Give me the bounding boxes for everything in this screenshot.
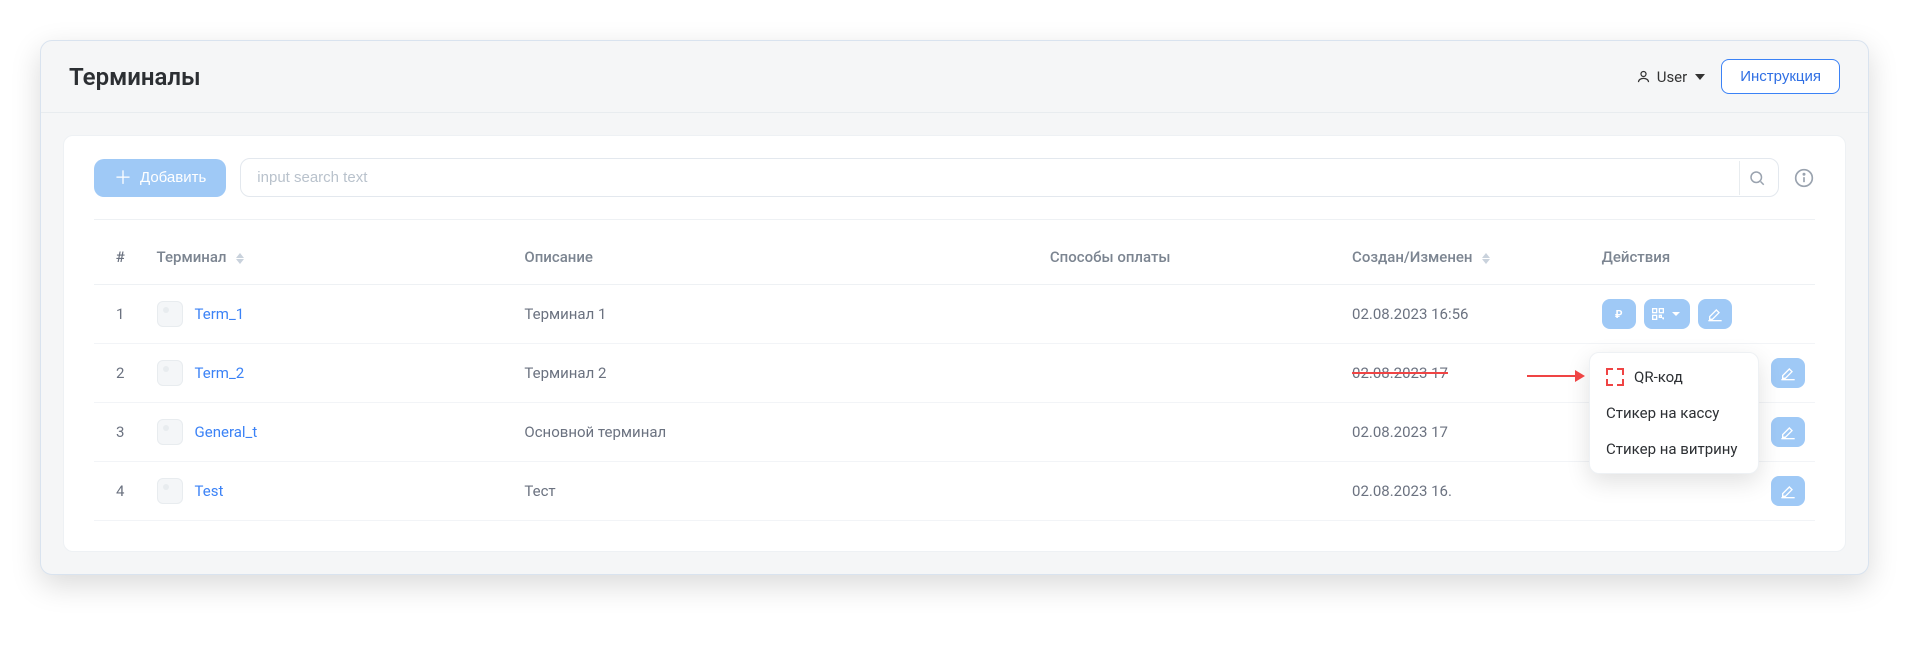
terminal-thumb-icon — [157, 301, 183, 327]
table-row: 1 Term_1 Терминал 1 02.08.2023 16:56 ₽ — [94, 285, 1815, 344]
terminal-link[interactable]: General_t — [195, 423, 258, 441]
row-date: 02.08.2023 16:56 — [1342, 285, 1592, 344]
row-payment — [1040, 403, 1342, 462]
column-date[interactable]: Создан/Изменен — [1342, 230, 1592, 285]
terminal-link[interactable]: Test — [195, 482, 224, 500]
terminal-thumb-icon — [157, 478, 183, 504]
terminal-link[interactable]: Term_2 — [195, 364, 245, 382]
edit-action-button[interactable] — [1771, 358, 1805, 388]
payment-action-button[interactable]: ₽ — [1602, 299, 1636, 329]
dropdown-item[interactable]: Стикер на витрину — [1590, 431, 1758, 467]
row-number: 2 — [94, 344, 147, 403]
sort-icon — [236, 253, 244, 264]
column-payment: Способы оплаты — [1040, 230, 1342, 285]
qr-action-button[interactable] — [1644, 299, 1690, 329]
row-number: 3 — [94, 403, 147, 462]
edit-action-button[interactable] — [1771, 417, 1805, 447]
page-title: Терминалы — [69, 63, 201, 91]
edit-action-button[interactable] — [1698, 299, 1732, 329]
row-date: 02.08.2023 16. — [1342, 462, 1592, 521]
search-icon — [1748, 169, 1766, 187]
row-description: Терминал 2 — [514, 344, 1039, 403]
column-actions: Действия — [1592, 230, 1815, 285]
annotation-arrow — [1525, 366, 1585, 390]
terminal-thumb-icon — [157, 419, 183, 445]
instructions-button[interactable]: Инструкция — [1721, 59, 1840, 94]
toolbar: ＋ Добавить — [94, 158, 1815, 220]
svg-text:₽: ₽ — [1615, 308, 1623, 321]
actions-cell — [1602, 476, 1805, 506]
qr-dropdown-menu: QR-кодСтикер на кассуСтикер на витрину — [1589, 352, 1759, 474]
table-row: 4 Test Тест 02.08.2023 16. — [94, 462, 1815, 521]
row-date: 02.08.2023 17 — [1342, 403, 1592, 462]
plus-icon: ＋ — [114, 169, 132, 187]
user-menu[interactable]: User — [1636, 68, 1706, 86]
search-input[interactable] — [240, 158, 1779, 197]
row-number: 4 — [94, 462, 147, 521]
row-payment — [1040, 462, 1342, 521]
row-number: 1 — [94, 285, 147, 344]
header-right: User Инструкция — [1636, 59, 1840, 94]
terminal-link[interactable]: Term_1 — [195, 305, 245, 323]
column-terminal[interactable]: Терминал — [147, 230, 515, 285]
column-description: Описание — [514, 230, 1039, 285]
add-button[interactable]: ＋ Добавить — [94, 159, 226, 197]
caret-down-icon — [1695, 74, 1705, 80]
column-num: # — [94, 230, 147, 285]
info-button[interactable] — [1793, 167, 1815, 189]
content-area: ＋ Добавить # — [63, 135, 1846, 552]
actions-cell: ₽ — [1602, 299, 1805, 329]
dropdown-item[interactable]: Стикер на кассу — [1590, 395, 1758, 431]
actions-cell: QR-кодСтикер на кассуСтикер на витрину — [1602, 358, 1805, 388]
search-wrap — [240, 158, 1779, 197]
row-payment — [1040, 285, 1342, 344]
qr-frame-icon — [1606, 368, 1624, 386]
terminals-table: # Терминал Описание Способы оплаты Созда… — [94, 230, 1815, 521]
search-button[interactable] — [1739, 161, 1773, 195]
dropdown-item[interactable]: QR-код — [1590, 359, 1758, 395]
row-payment — [1040, 344, 1342, 403]
table-row: 3 General_t Основной терминал 02.08.2023… — [94, 403, 1815, 462]
main-panel: Терминалы User Инструкция ＋ Добавить — [40, 40, 1869, 575]
add-button-label: Добавить — [140, 169, 206, 186]
user-label: User — [1657, 68, 1688, 86]
panel-header: Терминалы User Инструкция — [41, 41, 1868, 113]
row-description: Основной терминал — [514, 403, 1039, 462]
terminal-thumb-icon — [157, 360, 183, 386]
row-description: Тест — [514, 462, 1039, 521]
edit-action-button[interactable] — [1771, 476, 1805, 506]
info-icon — [1794, 168, 1814, 188]
sort-icon — [1482, 253, 1490, 264]
user-icon — [1636, 69, 1651, 84]
table-row: 2 Term_2 Терминал 2 02.08.2023 17 QR-код… — [94, 344, 1815, 403]
row-description: Терминал 1 — [514, 285, 1039, 344]
